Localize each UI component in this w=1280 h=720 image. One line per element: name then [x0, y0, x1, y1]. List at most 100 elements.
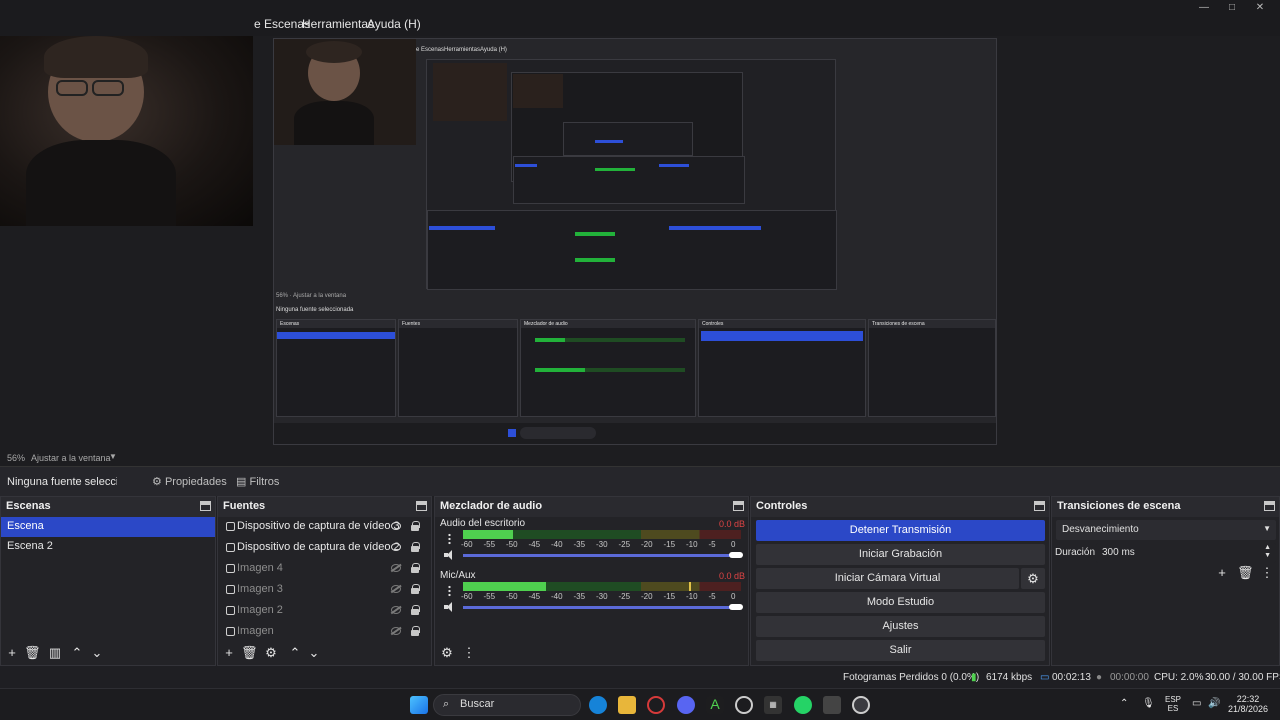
scene-item-escena-2[interactable]: Escena 2: [1, 537, 215, 557]
eye-off-icon[interactable]: [391, 564, 401, 572]
volume-slider-handle[interactable]: [729, 552, 743, 558]
nested-menu-tools: Herramientas: [444, 47, 481, 53]
lock-icon[interactable]: [411, 542, 420, 552]
trash-icon[interactable]: 🗑: [24, 645, 41, 661]
source-item[interactable]: Imagen 2: [218, 601, 431, 622]
glasses-icon: [56, 80, 88, 96]
zoom-mode-select[interactable]: Ajustar a la ventana: [31, 453, 111, 463]
properties-button[interactable]: ⚙ Propiedades: [144, 473, 235, 491]
lock-icon[interactable]: [411, 605, 420, 615]
discord-icon[interactable]: [677, 696, 695, 714]
kebab-icon[interactable]: [448, 585, 451, 597]
scale-tick: -15: [663, 540, 676, 549]
taskbar: ⌕ Buscar A ▦ ⌃ 🎙 ESP ES ▭ 🔊 22:32 21/8/2…: [0, 688, 1280, 720]
mixer-dock-header: Mezclador de audio: [435, 497, 748, 517]
add-icon[interactable]: +: [221, 645, 237, 661]
exit-button[interactable]: Salir: [756, 640, 1045, 661]
volume-slider-desktop[interactable]: [463, 554, 737, 557]
menu-tools[interactable]: Herramientas: [302, 17, 374, 31]
chevron-down-icon[interactable]: ⌄: [89, 645, 105, 661]
eye-off-icon[interactable]: [391, 606, 401, 614]
popout-icon[interactable]: [416, 501, 427, 511]
app-circle-icon[interactable]: [735, 696, 753, 714]
popout-icon[interactable]: [200, 501, 211, 511]
gear-icon[interactable]: ⚙: [263, 645, 279, 661]
menu-help[interactable]: Ayuda (H): [367, 17, 421, 31]
scale-tick: -20: [641, 540, 653, 549]
scale-tick: -60: [461, 592, 473, 601]
source-item[interactable]: Dispositivo de captura de vídeo 3: [218, 517, 431, 538]
trash-icon[interactable]: 🗑: [241, 645, 258, 661]
monitor-icon[interactable]: ▭: [1192, 698, 1201, 709]
gear-icon[interactable]: ⚙: [1021, 568, 1045, 589]
obs-icon[interactable]: [852, 696, 870, 714]
gear-icon[interactable]: ⚙: [439, 645, 455, 661]
fps: 30.00 / 30.00 FPS: [1205, 672, 1280, 683]
start-recording-button[interactable]: Iniciar Grabación: [756, 544, 1045, 565]
transition-select[interactable]: Desvanecimiento ▼: [1056, 520, 1276, 540]
dropped-frames: Fotogramas Perdidos 0 (0.0%): [843, 672, 980, 683]
kebab-icon[interactable]: [448, 533, 451, 545]
eye-icon[interactable]: [391, 543, 401, 551]
language-indicator[interactable]: ESP ES: [1162, 695, 1184, 713]
filters-button[interactable]: ▤ Filtros: [228, 473, 287, 491]
scale-tick: -50: [506, 540, 518, 549]
chevron-up-icon[interactable]: ⌃: [287, 645, 303, 661]
eye-off-icon[interactable]: [391, 627, 401, 635]
app-a-icon[interactable]: A: [706, 696, 724, 714]
start-virtual-camera-button[interactable]: Iniciar Cámara Virtual: [756, 568, 1019, 589]
popout-icon[interactable]: [1264, 501, 1275, 511]
lock-icon[interactable]: [411, 584, 420, 594]
scene-item-escena[interactable]: Escena: [1, 517, 215, 537]
lock-icon[interactable]: [411, 626, 420, 636]
minimize-icon[interactable]: —: [1194, 2, 1214, 16]
source-item[interactable]: Imagen 3: [218, 580, 431, 601]
app-grid-icon[interactable]: ▦: [764, 696, 782, 714]
windows-start-icon[interactable]: [410, 696, 428, 714]
add-icon[interactable]: +: [4, 645, 20, 661]
chevron-down-icon[interactable]: ⌄: [306, 645, 322, 661]
channel-db-mic: 0.0 dB: [719, 571, 746, 581]
volume-icon[interactable]: 🔊: [1208, 698, 1220, 709]
add-icon[interactable]: +: [1214, 565, 1230, 581]
chevron-up-icon[interactable]: ⌃: [1120, 698, 1128, 709]
stream-icon: ▭: [1040, 672, 1050, 683]
settings-button[interactable]: Ajustes: [756, 616, 1045, 637]
trash-icon[interactable]: 🗑: [1237, 565, 1254, 581]
eye-off-icon[interactable]: [391, 585, 401, 593]
source-item[interactable]: Imagen 4: [218, 559, 431, 580]
popout-icon[interactable]: [733, 501, 744, 511]
stop-stream-button[interactable]: Detener Transmisión: [756, 520, 1045, 541]
taskbar-search[interactable]: ⌕ Buscar: [433, 694, 581, 716]
filter-icon[interactable]: ▥: [47, 645, 63, 661]
webcam-preview: [0, 36, 253, 226]
whatsapp-icon[interactable]: [794, 696, 812, 714]
close-icon[interactable]: ✕: [1250, 2, 1270, 16]
kebab-icon[interactable]: ⋮: [461, 645, 477, 661]
duration-spinbox[interactable]: 300 ms ▲ ▼: [1096, 543, 1276, 563]
maximize-icon[interactable]: □: [1222, 2, 1242, 16]
speaker-icon[interactable]: [444, 602, 456, 612]
edge-icon[interactable]: [589, 696, 607, 714]
file-explorer-icon[interactable]: [618, 696, 636, 714]
chevron-down-icon[interactable]: ▼: [109, 452, 117, 461]
lock-icon[interactable]: [411, 521, 420, 531]
app-monitor-icon[interactable]: [823, 696, 841, 714]
popout-icon[interactable]: [1034, 501, 1045, 511]
opera-icon[interactable]: [647, 696, 665, 714]
source-item[interactable]: Dispositivo de captura de vídeo 2: [218, 538, 431, 559]
eye-icon[interactable]: [391, 522, 401, 530]
volume-slider-mic[interactable]: [463, 606, 737, 609]
chevron-up-icon[interactable]: ⌃: [69, 645, 85, 661]
volume-slider-handle[interactable]: [729, 604, 743, 610]
speaker-icon[interactable]: [444, 550, 456, 560]
nested-webcam: [274, 39, 416, 145]
source-item[interactable]: Imagen: [218, 622, 431, 643]
lock-icon[interactable]: [411, 563, 420, 573]
clock[interactable]: 22:32 21/8/2026: [1226, 694, 1270, 714]
spin-arrows-icon[interactable]: ▲ ▼: [1264, 544, 1271, 560]
mic-icon[interactable]: 🎙: [1142, 698, 1155, 709]
preview-canvas[interactable]: e Escenas Herramientas Ayuda (H) 56% · A…: [0, 36, 1280, 450]
studio-mode-button[interactable]: Modo Estudio: [756, 592, 1045, 613]
kebab-icon[interactable]: ⋮: [1259, 565, 1275, 581]
